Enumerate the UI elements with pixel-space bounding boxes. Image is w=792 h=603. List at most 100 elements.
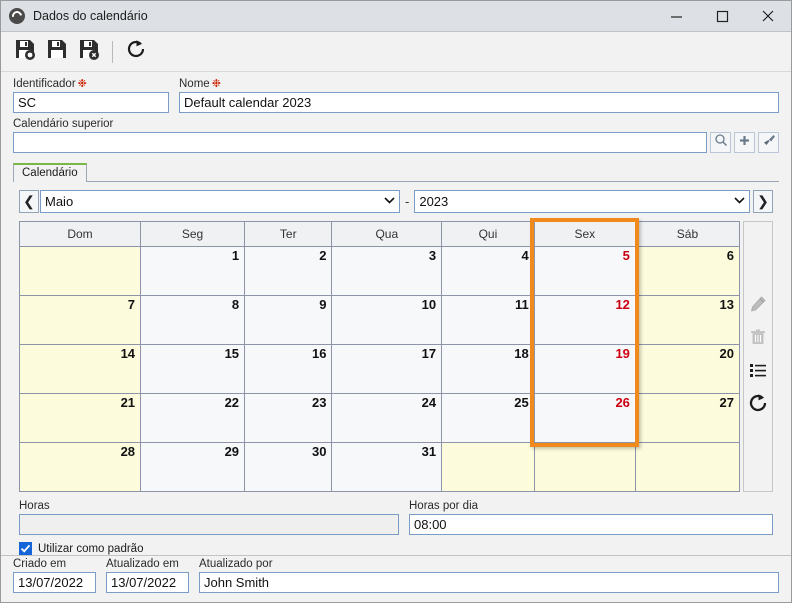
calendar-day-cell[interactable]: 30 xyxy=(244,442,333,492)
calendar-day-cell[interactable]: 8 xyxy=(140,295,246,345)
identificador-field: Identificador ❉ SC xyxy=(13,78,169,113)
parent-calendar-row xyxy=(13,132,779,153)
save-all-button[interactable] xyxy=(41,36,73,68)
search-icon xyxy=(714,133,728,152)
main-toolbar xyxy=(1,32,791,72)
horas-input[interactable] xyxy=(19,514,399,535)
calendar-day-cell[interactable]: 23 xyxy=(244,393,333,443)
calendar-day-cell[interactable]: 24 xyxy=(331,393,443,443)
tabstrip: Calendário xyxy=(13,162,779,182)
horas-por-dia-field: Horas por dia 08:00 xyxy=(409,500,773,535)
identificador-label-wrap: Identificador ❉ xyxy=(13,78,169,91)
calendar-day-cell[interactable]: 15 xyxy=(140,344,246,394)
horas-por-dia-input[interactable]: 08:00 xyxy=(409,514,773,535)
utilizar-como-padrao-checkbox[interactable] xyxy=(19,542,32,555)
add-parent-calendar-button[interactable] xyxy=(734,132,755,153)
calendar-week-row: 21 22 23 24 25 26 27 xyxy=(18,393,741,443)
horas-label: Horas xyxy=(19,500,50,512)
close-button[interactable] xyxy=(745,1,791,32)
calendar-day-cell[interactable]: 4 xyxy=(441,246,535,296)
calendar-week-row: 7 8 9 10 11 12 13 xyxy=(18,295,741,345)
calendar-week-row: 28 29 30 31 xyxy=(18,442,741,492)
parent-calendar-block: Calendário superior xyxy=(13,113,779,153)
calendar-day-header: Sáb xyxy=(634,221,741,247)
criado-em-field: Criado em 13/07/2022 xyxy=(13,558,96,593)
calendar-day-cell[interactable] xyxy=(18,246,142,296)
list-days-button[interactable] xyxy=(745,356,771,389)
trash-icon xyxy=(749,328,767,351)
save-close-button[interactable] xyxy=(73,36,105,68)
nome-input[interactable]: Default calendar 2023 xyxy=(179,92,779,113)
save-close-floppy-icon xyxy=(78,38,100,65)
next-month-button[interactable]: ❯ xyxy=(753,190,773,213)
calendar-day-cell[interactable]: 25 xyxy=(441,393,535,443)
year-select[interactable]: 2023 xyxy=(414,190,750,213)
search-parent-calendar-button[interactable] xyxy=(710,132,731,153)
refresh-calendar-button[interactable] xyxy=(745,389,771,422)
refresh-button[interactable] xyxy=(120,36,152,68)
calendar-app-icon xyxy=(9,8,25,24)
brush-icon xyxy=(762,133,776,152)
calendar-day-cell[interactable]: 19 xyxy=(533,344,636,394)
tab-calendario-label: Calendário xyxy=(22,167,78,179)
edit-day-button[interactable] xyxy=(745,290,771,323)
calendar-day-cell[interactable]: 31 xyxy=(331,442,443,492)
default-checkbox-row[interactable]: Utilizar como padrão xyxy=(13,535,779,555)
delete-day-button[interactable] xyxy=(745,323,771,356)
required-icon: ❉ xyxy=(211,78,221,90)
calendario-superior-input[interactable] xyxy=(13,132,707,153)
calendar-day-cell[interactable]: 13 xyxy=(634,295,741,345)
chevron-left-icon: ❮ xyxy=(23,193,35,209)
calendar-day-cell[interactable]: 1 xyxy=(140,246,246,296)
calendar-day-cell[interactable]: 2 xyxy=(244,246,333,296)
check-icon xyxy=(20,543,31,554)
calendar-day-cell[interactable]: 10 xyxy=(331,295,443,345)
calendar-day-cell[interactable]: 12 xyxy=(533,295,636,345)
calendar-day-cell[interactable]: 29 xyxy=(140,442,246,492)
clear-parent-calendar-button[interactable] xyxy=(758,132,779,153)
calendar-day-cell[interactable]: 9 xyxy=(244,295,333,345)
prev-month-button[interactable]: ❮ xyxy=(19,190,39,213)
month-select-value: Maio xyxy=(45,194,74,209)
hours-row: Horas Horas por dia 08:00 xyxy=(13,492,779,535)
calendar-day-cell[interactable]: 16 xyxy=(244,344,333,394)
calendar-day-cell[interactable]: 21 xyxy=(18,393,142,443)
atualizado-por-label: Atualizado por xyxy=(199,558,273,570)
window-title: Dados do calendário xyxy=(33,9,148,23)
calendar-day-cell[interactable]: 28 xyxy=(18,442,142,492)
calendar-day-cell[interactable]: 5 xyxy=(533,246,636,296)
refresh-icon xyxy=(125,38,147,65)
save-all-floppy-icon xyxy=(46,38,68,65)
save-button[interactable] xyxy=(9,36,41,68)
identity-row: Identificador ❉ SC Nome ❉ Default calend… xyxy=(13,72,779,113)
maximize-button[interactable] xyxy=(699,1,745,32)
calendar-week-row: 123456 xyxy=(18,246,741,296)
atualizado-por-field: Atualizado por John Smith xyxy=(199,558,779,593)
tab-calendario[interactable]: Calendário xyxy=(13,163,87,182)
calendar-day-cell[interactable]: 11 xyxy=(441,295,535,345)
plus-icon xyxy=(738,134,751,152)
calendar-day-cell[interactable]: 26 xyxy=(533,393,636,443)
calendar-day-cell[interactable]: 20 xyxy=(634,344,741,394)
calendar-day-header: Sex xyxy=(533,221,636,247)
calendar-data-window: Dados do calendário Identificador ❉ SC N… xyxy=(0,0,792,603)
calendar-day-cell[interactable]: 17 xyxy=(331,344,443,394)
calendar-day-cell[interactable]: 27 xyxy=(634,393,741,443)
calendar-day-cell[interactable]: 3 xyxy=(331,246,443,296)
calendar-day-cell[interactable] xyxy=(441,442,535,492)
month-select[interactable]: Maio xyxy=(40,190,400,213)
calendar-day-cell[interactable]: 18 xyxy=(441,344,535,394)
minimize-button[interactable] xyxy=(653,1,699,32)
calendar-day-cell[interactable] xyxy=(634,442,741,492)
form-body: Identificador ❉ SC Nome ❉ Default calend… xyxy=(1,72,791,555)
list-icon xyxy=(749,361,767,384)
calendar-day-header: Qua xyxy=(331,221,443,247)
calendar-day-cell[interactable]: 6 xyxy=(634,246,741,296)
calendar-day-cell[interactable]: 7 xyxy=(18,295,142,345)
atualizado-em-label: Atualizado em xyxy=(106,558,179,570)
identificador-input[interactable]: SC xyxy=(13,92,169,113)
calendar-day-cell[interactable]: 14 xyxy=(18,344,142,394)
calendar-day-cell[interactable]: 22 xyxy=(140,393,246,443)
atualizado-em-field: Atualizado em 13/07/2022 xyxy=(106,558,189,593)
calendar-day-cell[interactable] xyxy=(533,442,636,492)
